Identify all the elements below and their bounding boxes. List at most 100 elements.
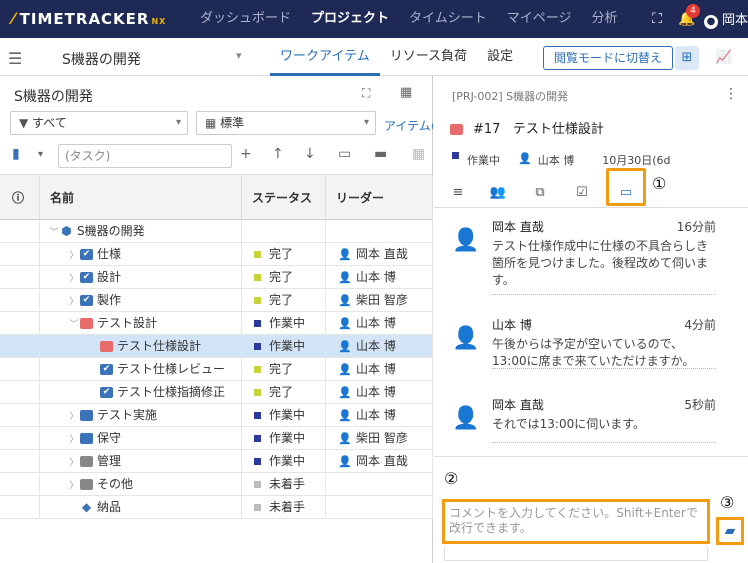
calendar-icon[interactable]: ▦ — [412, 146, 425, 162]
clipboard-icon[interactable]: ▮ — [12, 146, 20, 162]
send-comment-button[interactable]: ▰ — [716, 517, 744, 545]
row-gutter[interactable] — [0, 220, 40, 243]
chevron-right-icon[interactable]: 〉 — [68, 475, 80, 496]
cell-leader[interactable]: 👤 山本 博 — [326, 312, 433, 335]
bell-icon[interactable]: 🔔 4 — [672, 4, 702, 27]
task-input[interactable]: (タスク) — [58, 144, 232, 168]
cell-name[interactable]: 〉 ✔ 製作 — [40, 289, 242, 312]
table-row[interactable]: 〉 ✔ 製作 完了 👤 柴田 智彦 — [0, 289, 433, 312]
chevron-right-icon[interactable]: 〉 — [68, 429, 80, 450]
nav-item-0[interactable]: ダッシュボード — [190, 0, 301, 38]
table-row[interactable]: ✔ テスト仕様指摘修正 完了 👤 山本 博 — [0, 381, 433, 404]
cell-status[interactable]: 完了 — [242, 358, 326, 381]
folder-1-icon[interactable]: ▭ — [338, 146, 351, 162]
comment-input[interactable]: コメントを入力してください。Shift+Enterで改行できます。 — [442, 499, 710, 544]
app-logo[interactable]: ⁄ TIMETRACKER NX — [12, 9, 166, 28]
nav-item-2[interactable]: タイムシート — [399, 0, 497, 38]
table-row[interactable]: 〉 管理 作業中 👤 岡本 直哉 — [0, 450, 433, 473]
cell-leader[interactable]: 👤 山本 博 — [326, 266, 433, 289]
cell-status[interactable]: 未着手 — [242, 473, 326, 496]
cell-status[interactable]: 作業中 — [242, 450, 326, 473]
cell-name[interactable]: 〉 ✔ 仕様 — [40, 243, 242, 266]
table-row[interactable]: ﹀ テスト設計 作業中 👤 山本 博 — [0, 312, 433, 335]
item-link[interactable]: アイテムの — [384, 117, 433, 134]
cell-name[interactable]: 〉 テスト実施 — [40, 404, 242, 427]
info-icon[interactable]: ⓘ — [0, 175, 40, 221]
row-gutter[interactable] — [0, 289, 40, 312]
chevron-right-icon[interactable]: 〉 — [68, 291, 80, 312]
cell-status[interactable]: 作業中 — [242, 335, 326, 358]
tab-2[interactable]: 設定 — [477, 38, 523, 76]
table-row[interactable]: 〉 保守 作業中 👤 柴田 智彦 — [0, 427, 433, 450]
chevron-down-icon[interactable]: ﹀ — [48, 222, 60, 243]
tab-1[interactable]: リソース負荷 — [380, 38, 477, 76]
row-gutter[interactable] — [0, 496, 40, 519]
chevron-down-icon[interactable]: ▾ — [236, 49, 242, 62]
cell-name[interactable]: ﹀ テスト設計 — [40, 312, 242, 335]
row-gutter[interactable] — [0, 381, 40, 404]
column-header-status[interactable]: ステータス — [242, 175, 326, 221]
item-leader[interactable]: 山本 博 — [538, 152, 575, 168]
item-date[interactable]: 10月30日(6d — [602, 152, 670, 168]
chevron-right-icon[interactable]: 〉 — [68, 452, 80, 473]
table-row[interactable]: ﹀ ⬢ S機器の開発 — [0, 220, 433, 243]
row-gutter[interactable] — [0, 312, 40, 335]
chart-view-icon[interactable]: 📈 — [712, 46, 736, 70]
cell-leader[interactable]: 👤 柴田 智彦 — [326, 289, 433, 312]
table-row[interactable]: 〉 ✔ 仕様 完了 👤 岡本 直哉 — [0, 243, 433, 266]
row-gutter[interactable] — [0, 473, 40, 496]
view-dropdown[interactable]: ▦ 標準 ▾ — [196, 111, 376, 135]
expand-icon[interactable]: ⛶ — [362, 86, 370, 101]
row-gutter[interactable] — [0, 427, 40, 450]
chevron-right-icon[interactable]: 〉 — [68, 268, 80, 289]
copy-icon[interactable]: ⧉ — [528, 182, 552, 206]
cell-status[interactable]: 完了 — [242, 243, 326, 266]
trash-icon[interactable]: ▬ — [374, 146, 387, 162]
nav-item-4[interactable]: 分析 — [582, 0, 628, 38]
row-gutter[interactable] — [0, 450, 40, 473]
cell-name[interactable]: ◆ 納品 — [40, 496, 242, 519]
nav-item-1[interactable]: プロジェクト — [301, 0, 399, 38]
cell-leader[interactable] — [326, 496, 433, 519]
cell-leader[interactable]: 👤 山本 博 — [326, 358, 433, 381]
cell-name[interactable]: ✔ テスト仕様指摘修正 — [40, 381, 242, 404]
cell-leader[interactable]: 👤 山本 博 — [326, 335, 433, 358]
list-icon[interactable]: ≡ — [446, 182, 470, 206]
cell-status[interactable]: 作業中 — [242, 404, 326, 427]
chevron-down-icon[interactable]: ▾ — [38, 149, 43, 160]
row-gutter[interactable] — [0, 243, 40, 266]
hierarchy-view-icon[interactable]: ⊞ — [675, 46, 699, 70]
cell-name[interactable]: 〉 ✔ 設計 — [40, 266, 242, 289]
table-row[interactable]: ◆ 納品 未着手 — [0, 496, 433, 519]
tab-0[interactable]: ワークアイテム — [270, 38, 380, 76]
people-icon[interactable]: 👥 — [486, 182, 510, 206]
cell-leader[interactable] — [326, 220, 433, 243]
cell-status[interactable]: 完了 — [242, 381, 326, 404]
cell-status[interactable]: 未着手 — [242, 496, 326, 519]
table-row[interactable]: 〉 ✔ 設計 完了 👤 山本 博 — [0, 266, 433, 289]
cell-name[interactable]: 〉 その他 — [40, 473, 242, 496]
table-row[interactable]: 〉 テスト実施 作業中 👤 山本 博 — [0, 404, 433, 427]
calendar-icon[interactable]: ▦ — [400, 85, 412, 100]
arrow-up-icon[interactable]: ↑ — [272, 146, 284, 162]
project-selector[interactable]: S機器の開発 — [62, 49, 141, 69]
chevron-down-icon[interactable]: ﹀ — [68, 314, 80, 335]
table-row[interactable]: 〉 その他 未着手 — [0, 473, 433, 496]
cell-leader[interactable]: 👤 岡本 直哉 — [326, 243, 433, 266]
chevron-right-icon[interactable]: 〉 — [68, 406, 80, 427]
cell-name[interactable]: ﹀ ⬢ S機器の開発 — [40, 220, 242, 243]
user-menu[interactable]: ● 岡本 — [703, 9, 748, 29]
viewmode-switch-button[interactable]: 閲覧モードに切替え — [543, 46, 674, 70]
checklist-icon[interactable]: ☑ — [570, 182, 594, 206]
cell-status[interactable]: 作業中 — [242, 427, 326, 450]
column-header-leader[interactable]: リーダー — [326, 175, 433, 221]
cell-leader[interactable]: 👤 柴田 智彦 — [326, 427, 433, 450]
cell-name[interactable]: 〉 保守 — [40, 427, 242, 450]
arrow-down-icon[interactable]: ↓ — [304, 146, 316, 162]
cell-name[interactable]: 〉 管理 — [40, 450, 242, 473]
item-status[interactable]: 作業中 — [467, 152, 500, 168]
cell-status[interactable]: 作業中 — [242, 312, 326, 335]
add-icon[interactable]: + — [240, 146, 252, 162]
row-gutter[interactable] — [0, 266, 40, 289]
cell-name[interactable]: ✔ テスト仕様レビュー — [40, 358, 242, 381]
